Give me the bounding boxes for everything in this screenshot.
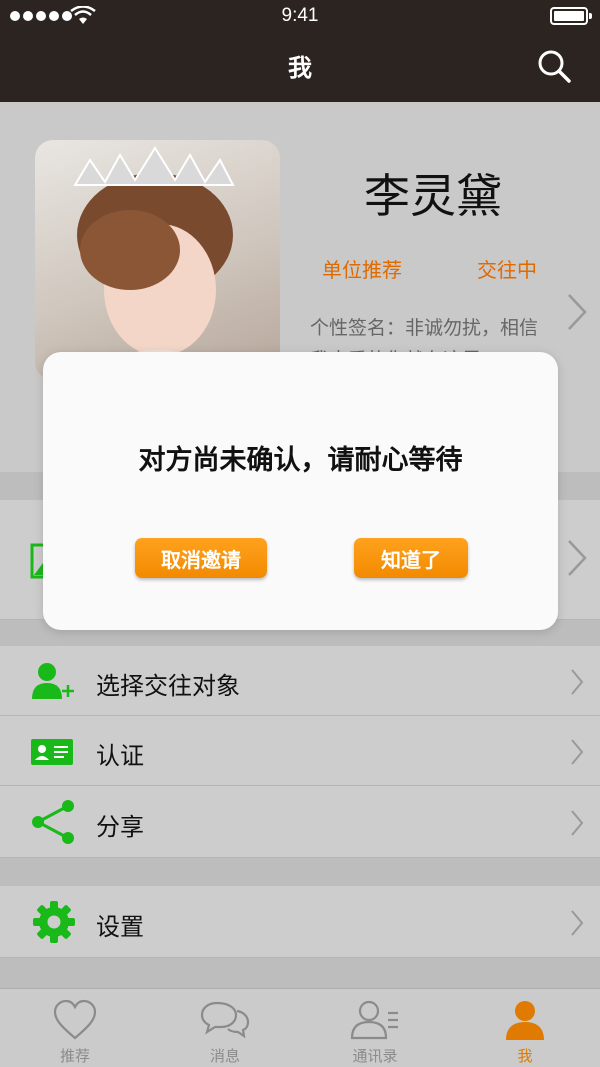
section-divider bbox=[0, 858, 600, 886]
gear-icon bbox=[33, 901, 75, 943]
battery-icon bbox=[550, 7, 592, 25]
menu-label: 分享 bbox=[96, 813, 144, 841]
chat-icon bbox=[200, 1001, 250, 1039]
tab-label: 推荐 bbox=[59, 1047, 90, 1065]
chevron-right-icon[interactable] bbox=[566, 292, 588, 332]
chevron-right-icon bbox=[571, 669, 584, 695]
id-card-icon bbox=[31, 739, 73, 765]
tab-bar: 推荐 消息 通讯录 我 bbox=[0, 988, 600, 1067]
status-time: 9:41 bbox=[281, 5, 319, 26]
share-icon bbox=[32, 800, 74, 844]
add-user-icon bbox=[32, 663, 74, 699]
menu-row-verify[interactable]: 认证 bbox=[0, 716, 600, 786]
chevron-right-icon bbox=[571, 910, 584, 936]
dialog-message: 对方尚未确认，请耐心等待 bbox=[138, 445, 463, 476]
tab-label: 通讯录 bbox=[352, 1047, 398, 1065]
chevron-right-icon bbox=[568, 540, 587, 576]
menu-label: 认证 bbox=[96, 742, 144, 770]
tab-recommend[interactable]: 推荐 bbox=[0, 989, 150, 1067]
tag-dating-status: 交往中 bbox=[477, 258, 537, 282]
confirm-dialog: 对方尚未确认，请耐心等待 取消邀请 知道了 bbox=[43, 352, 558, 630]
contacts-icon bbox=[350, 1000, 398, 1040]
heart-icon bbox=[53, 999, 97, 1040]
page-title: 我 bbox=[288, 54, 312, 82]
tab-label: 我 bbox=[517, 1047, 533, 1065]
person-icon bbox=[506, 1001, 544, 1040]
menu-label: 设置 bbox=[96, 913, 144, 941]
ok-button[interactable]: 知道了 bbox=[354, 538, 468, 578]
menu-label: 选择交往对象 bbox=[96, 672, 240, 700]
chevron-right-icon bbox=[571, 810, 584, 836]
tag-recommend: 单位推荐 bbox=[322, 258, 402, 282]
chevron-right-icon bbox=[571, 739, 584, 765]
menu-row-settings[interactable]: 设置 bbox=[0, 886, 600, 958]
profile-name: 李灵黛 bbox=[364, 169, 502, 223]
menu-row-share[interactable]: 分享 bbox=[0, 786, 600, 858]
tab-me[interactable]: 我 bbox=[450, 989, 600, 1067]
search-icon[interactable] bbox=[536, 48, 572, 84]
section-divider bbox=[0, 958, 600, 988]
tab-contacts[interactable]: 通讯录 bbox=[300, 989, 450, 1067]
cancel-invite-button[interactable]: 取消邀请 bbox=[135, 538, 267, 578]
tab-label: 消息 bbox=[209, 1047, 240, 1065]
nav-bar: 我 bbox=[0, 34, 600, 102]
menu-row-select-partner[interactable]: 选择交往对象 bbox=[0, 646, 600, 716]
avatar[interactable] bbox=[35, 140, 280, 380]
status-bar: 9:41 bbox=[0, 0, 600, 34]
tab-messages[interactable]: 消息 bbox=[150, 989, 300, 1067]
